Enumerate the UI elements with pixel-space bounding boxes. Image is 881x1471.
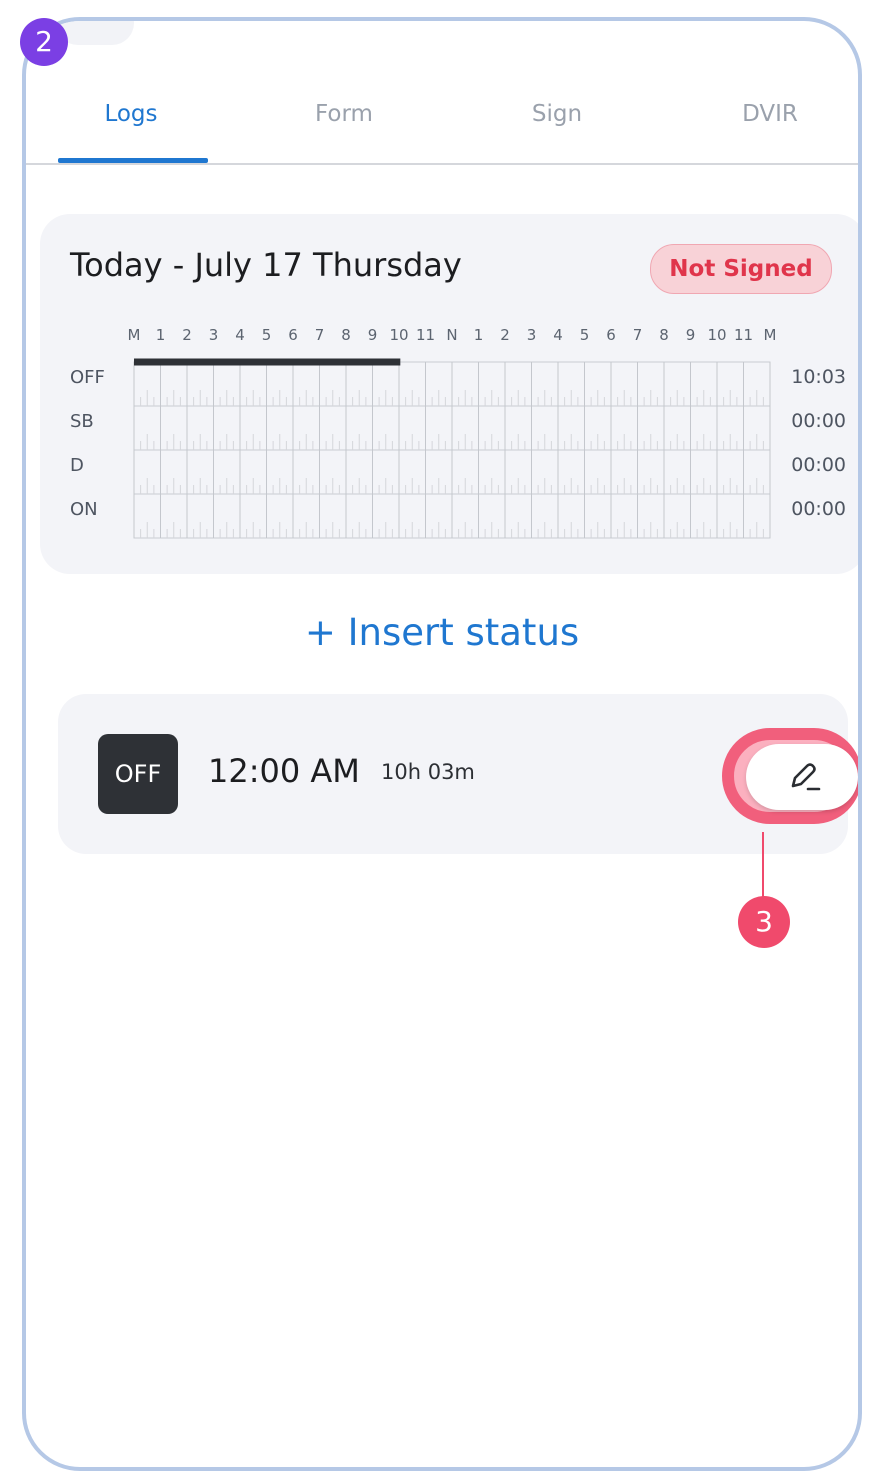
tab-dvir[interactable]: DVIR [695, 101, 845, 127]
status-entry-row[interactable]: OFF 12:00 AM 10h 03m [58, 694, 858, 854]
pencil-edit-icon [791, 763, 821, 791]
tab-bar: Logs Form Sign DVIR [26, 21, 858, 165]
tab-form[interactable]: Form [269, 101, 419, 127]
active-tab-indicator [58, 158, 208, 163]
tab-logs[interactable]: Logs [56, 101, 206, 127]
tab-sign[interactable]: Sign [482, 101, 632, 127]
callout-connector [762, 832, 764, 898]
entry-duration: 10h 03m [381, 760, 475, 784]
insert-status-button[interactable]: + Insert status [26, 611, 858, 654]
entry-start-time: 12:00 AM [208, 752, 360, 790]
daily-log-card[interactable]: Today - July 17 Thursday Not Signed M123… [40, 214, 858, 574]
step-badge-2: 2 [20, 18, 68, 66]
edit-entry-button[interactable] [746, 744, 858, 810]
status-chip-off: OFF [98, 734, 178, 814]
step-badge-3: 3 [738, 896, 790, 948]
duty-status-grid [133, 358, 771, 539]
phone-frame: Logs Form Sign DVIR Today - July 17 Thur… [22, 17, 862, 1471]
